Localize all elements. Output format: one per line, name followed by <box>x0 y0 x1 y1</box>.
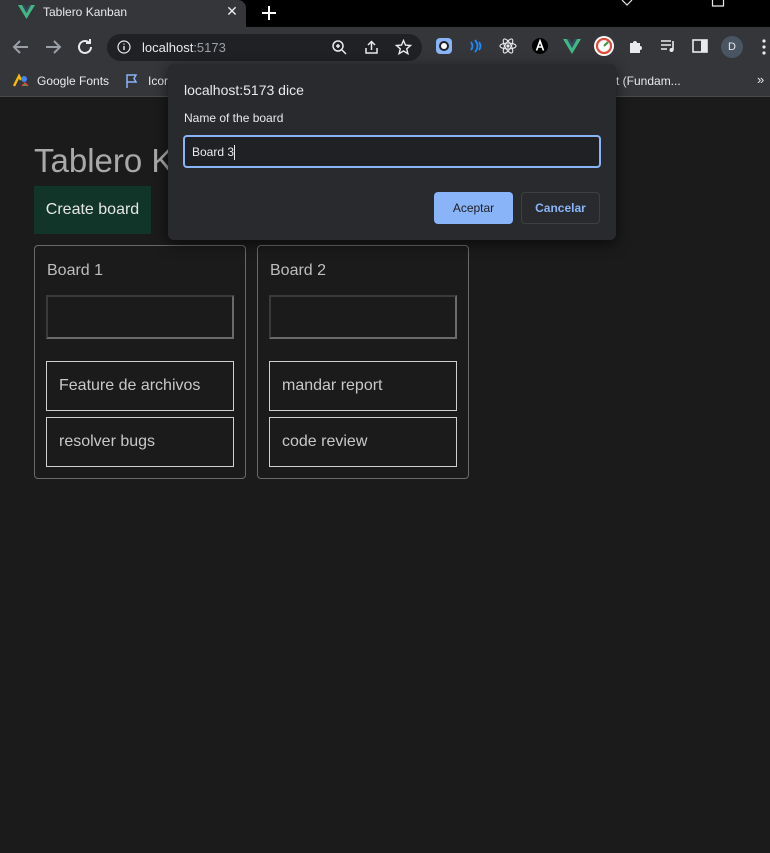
info-icon[interactable] <box>117 40 131 54</box>
dialog-origin: localhost:5173 dice <box>184 82 304 98</box>
bookmark-icor[interactable]: Icor <box>148 74 168 88</box>
board-title: Board 1 <box>47 262 104 279</box>
profile-avatar[interactable]: D <box>721 36 743 58</box>
new-card-input[interactable] <box>269 295 457 339</box>
board-name-input[interactable] <box>183 135 601 168</box>
accept-button[interactable]: Aceptar <box>434 192 513 224</box>
board-column: Board 2 mandar report code review <box>257 245 469 479</box>
sidepanel-icon[interactable] <box>691 37 709 55</box>
back-icon[interactable] <box>10 36 32 58</box>
vue-icon[interactable] <box>563 37 581 55</box>
browser-toolbar: localhost:5173 D <box>0 27 770 67</box>
vue-logo-icon <box>18 5 35 19</box>
card[interactable]: mandar report <box>269 361 457 411</box>
board-column: Board 1 Feature de archivos resolver bug… <box>34 245 246 479</box>
card[interactable]: resolver bugs <box>46 417 234 467</box>
bookmark-google-fonts[interactable]: Google Fonts <box>37 74 109 88</box>
reload-icon[interactable] <box>74 36 96 58</box>
dialog-message: Name of the board <box>184 111 284 125</box>
puzzle-icon[interactable] <box>627 37 645 55</box>
tab-tablero-kanban[interactable]: Tablero Kanban ✕ <box>0 0 246 27</box>
share-icon[interactable] <box>363 39 380 56</box>
card-text: mandar report <box>282 377 383 394</box>
bookmark-fundam[interactable]: t (Fundam... <box>616 74 681 88</box>
card-text: code review <box>282 433 368 450</box>
react-icon[interactable] <box>499 37 517 55</box>
bookmarks-overflow-icon[interactable]: » <box>757 72 764 87</box>
maximize-icon[interactable] <box>711 0 725 7</box>
playlist-icon[interactable] <box>659 37 677 55</box>
new-card-input[interactable] <box>46 295 234 339</box>
page-title: Tablero K <box>34 142 174 179</box>
tab-strip: Tablero Kanban ✕ <box>0 0 770 27</box>
address-url: localhost:5173 <box>142 40 226 55</box>
card-text: Feature de archivos <box>59 377 201 394</box>
chrome-ext-icon[interactable] <box>435 37 453 55</box>
card-text: resolver bugs <box>59 433 156 450</box>
wave-icon[interactable] <box>467 37 485 55</box>
tab-title: Tablero Kanban <box>43 5 128 19</box>
cancel-button[interactable]: Cancelar <box>521 192 600 224</box>
create-board-button[interactable]: Create board <box>34 186 151 234</box>
card[interactable]: code review <box>269 417 457 467</box>
prompt-dialog: localhost:5173 dice Name of the board Ac… <box>168 64 616 240</box>
new-tab-icon[interactable] <box>258 2 280 24</box>
menu-kebab-icon[interactable] <box>758 37 770 57</box>
card[interactable]: Feature de archivos <box>46 361 234 411</box>
address-bar[interactable]: localhost:5173 <box>107 34 422 61</box>
speed-icon[interactable] <box>593 35 615 57</box>
tab-close-icon[interactable]: ✕ <box>224 3 240 19</box>
chevron-down-icon[interactable] <box>620 0 634 8</box>
flag-icon <box>126 74 138 88</box>
a-icon[interactable] <box>531 37 549 55</box>
bookmark-star-icon[interactable] <box>395 39 412 56</box>
text-caret <box>234 145 235 160</box>
board-title: Board 2 <box>270 262 327 279</box>
forward-icon[interactable] <box>42 36 64 58</box>
zoom-icon[interactable] <box>331 39 348 56</box>
google-fonts-icon <box>13 73 29 87</box>
